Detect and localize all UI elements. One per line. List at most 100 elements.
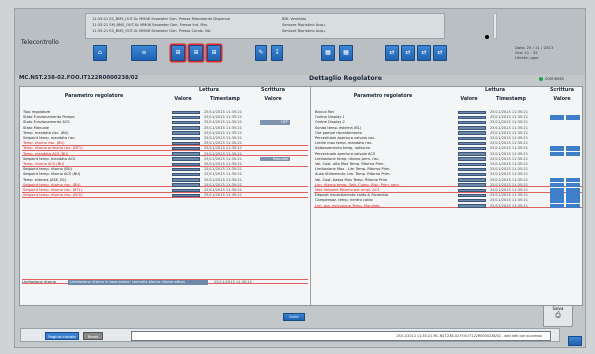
connection-status: connesso — [539, 76, 564, 81]
write-send-button[interactable] — [566, 151, 580, 157]
timestamp: 25/11/2013 11:35:21 — [490, 120, 528, 125]
param-label: Auso Stillamento Lim. Temp. Ritorno Prim… — [315, 172, 391, 177]
table-button-1[interactable]: ▦ — [321, 45, 335, 61]
timestamp: 25/11/2013 11:35:21 — [204, 156, 242, 161]
table-row: Setpoint temp. ritorno risc. (ACS) 25/11/… — [22, 193, 308, 198]
timestamp: 25/11/2013 11:35:21 — [490, 146, 528, 151]
value-field — [458, 126, 486, 130]
alarm-scrollbar[interactable] — [493, 13, 497, 39]
write-input[interactable] — [550, 193, 564, 198]
write-send-button[interactable] — [566, 198, 580, 203]
header-lettura: Lettura — [485, 88, 505, 93]
write-input[interactable] — [550, 198, 564, 203]
parameters-table: Parametro regolatore Lettura Valore Time… — [19, 86, 583, 306]
write-send-button[interactable] — [566, 203, 580, 209]
value-field — [172, 141, 200, 146]
alarm-row[interactable]: 11:35:21 ES_BMS_OUT-Sc MM06 Seawater Gen… — [92, 28, 438, 34]
write-input[interactable] — [550, 146, 564, 151]
param-label: Abbassamento temp. notturna — [315, 146, 371, 151]
home-icon: ⌂ — [98, 49, 102, 56]
param-label: Limitazione temp. ritorno prim. risc. — [315, 156, 380, 161]
home-button[interactable]: ⌂ — [93, 45, 107, 61]
transfer-icon: ⇄ — [389, 49, 395, 56]
timestamp: 25/11/2013 11:35:21 — [490, 177, 528, 182]
param-label: Ordine Display 1 — [315, 115, 345, 120]
param-label: Temp. ritorno risc. (BU) — [23, 141, 65, 146]
write-send-button[interactable] — [566, 188, 580, 193]
write-input[interactable] — [550, 115, 564, 120]
value-field — [458, 152, 486, 156]
transfer-button-3[interactable]: ⇄ — [417, 45, 431, 61]
table-row: Setpoint temp. ritorno risc. (BT1) 25/11/… — [22, 188, 308, 193]
edit-button[interactable]: ✎ — [255, 45, 267, 61]
view-button-3[interactable]: ⊞ — [207, 45, 221, 61]
transfer-button-2[interactable]: ⇄ — [401, 45, 415, 61]
param-label: Blocco Ret — [315, 110, 334, 114]
header-scrittura: Scrittura — [261, 88, 285, 93]
pencil-icon: ✎ — [258, 49, 264, 56]
left-table-header: Parametro regolatore Lettura Valore Time… — [20, 87, 290, 109]
menu-icon: ≡ — [141, 49, 147, 56]
timestamp: 25/11/2013 11:35:21 — [490, 136, 528, 140]
transfer-button-4[interactable]: ⇄ — [433, 45, 447, 61]
alarm-message: 11:35:21 ES_BMS_OUT-Sc MM06 Seawater Gen… — [92, 29, 212, 33]
write-field[interactable]: Manuale — [260, 156, 290, 162]
write-input[interactable] — [550, 188, 564, 193]
timestamp: 25/11/2013 11:35:21 — [204, 193, 242, 198]
value-field — [172, 110, 200, 115]
table-row: Limitazione Max - Lim Temp. Ritorno Prim… — [314, 167, 582, 172]
timestamp: 25/11/2013 11:35:21 — [204, 110, 242, 114]
write-input[interactable] — [550, 151, 564, 157]
write-send-button[interactable] — [566, 182, 580, 188]
column-divider — [310, 87, 311, 305]
param-label: Setpoint temp. mandata risc. — [23, 136, 76, 140]
table-row: Temp. ritorno ACS (BU) 25/11/2013 11:35:2… — [22, 162, 308, 167]
table-row: Max Setpoint Ritorno per ampl. ACS 25/11/… — [314, 188, 582, 193]
transfer-button-1[interactable]: ⇄ — [385, 45, 399, 61]
param-label: Temp. ritorno ACS (BU) — [23, 162, 65, 166]
param-label: Tipo regolatore — [23, 110, 51, 114]
table-row: Limitazione temp. ritorno prim. risc. 25/… — [314, 157, 582, 162]
grid-icon: ⊞ — [193, 49, 199, 56]
param-label: Stato Funzionamento ACS — [23, 120, 70, 125]
transfer-icon: ⇄ — [405, 49, 411, 56]
write-field[interactable]: OFF — [260, 120, 290, 125]
write-input[interactable] — [550, 203, 564, 209]
timestamp: 25/11/2013 11:35:21 — [490, 156, 528, 161]
table-row: Percentuale apertura valvola ACS 25/11/20… — [314, 152, 582, 157]
timestamp: 25/11/2013 11:35:21 — [490, 188, 528, 192]
write-input[interactable] — [550, 177, 564, 183]
value-field — [458, 204, 486, 208]
write-send-button[interactable] — [566, 115, 580, 120]
write-send-button[interactable] — [566, 146, 580, 151]
value-field — [458, 136, 486, 141]
alarm-list[interactable]: 11:35:21 ES_BMS_OUT-Sc MM06 Seawater Gen… — [85, 13, 445, 39]
param-label: Limitazione Max - Lim Temp. Ritorno Prim… — [315, 167, 391, 172]
corner-button[interactable] — [568, 336, 582, 346]
param-label: Setpoint temp. ritorno risc. (BU) — [23, 182, 81, 187]
table-row: Temp. mandata risc. (BU) 25/11/2013 11:35… — [22, 131, 308, 136]
write-send-button[interactable] — [566, 193, 580, 198]
apply-button[interactable]: Invia — [283, 313, 305, 321]
view-button-1[interactable]: ⊞ — [171, 45, 185, 61]
home-page-button[interactable]: Pagina iniziale — [45, 332, 79, 340]
download-button[interactable]: ↧ — [271, 45, 283, 61]
table-button-2[interactable]: ▦ — [339, 45, 353, 61]
timestamp: 25/11/2013 11:35:21 — [490, 203, 528, 208]
table-row: Setpoint temp. ritorno risc. (BU) 25/11/2… — [22, 183, 308, 188]
table-row: Ordine Display 2 25/11/2013 11:35:21 — [314, 120, 582, 125]
write-send-button[interactable] — [566, 177, 580, 183]
save-button[interactable]: Salva ⎙ — [543, 305, 573, 327]
param-label: Setpoint temp. ritorno risc. (BT1) — [23, 188, 83, 192]
menu-button[interactable]: ≡ — [131, 45, 157, 61]
value-field — [458, 183, 486, 187]
value-field — [172, 126, 200, 130]
header-valore: Valore — [460, 97, 478, 102]
limitazione-label: Limitazione ritorno — [22, 280, 56, 284]
reset-button[interactable]: Reset — [83, 332, 103, 340]
write-input[interactable] — [550, 182, 564, 188]
value-field — [172, 115, 200, 120]
param-label: Deposit riscaldamento caldo & Ricambio — [315, 193, 389, 198]
header-scrittura: Scrittura — [550, 88, 574, 93]
view-button-2[interactable]: ⊞ — [189, 45, 203, 61]
